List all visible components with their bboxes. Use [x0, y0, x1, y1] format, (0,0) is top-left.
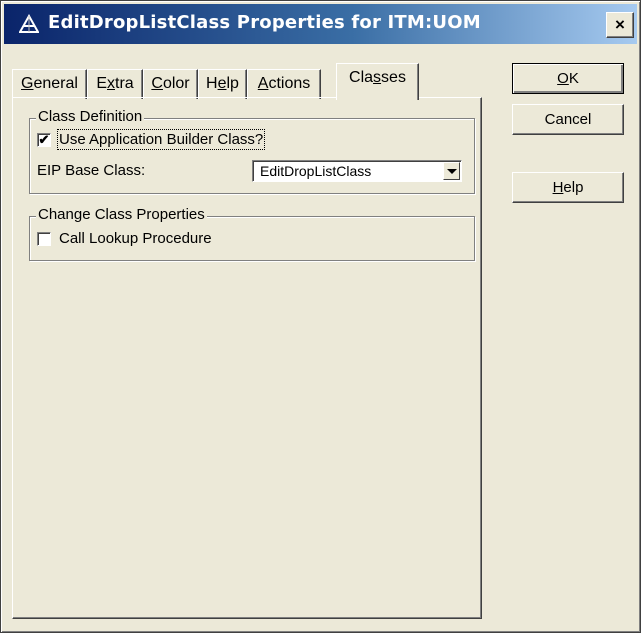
properties-dialog: EditDropListClass Properties for ITM:UOM…	[0, 0, 641, 633]
app-triangle-icon	[19, 14, 39, 33]
dropdown-button[interactable]	[443, 162, 460, 180]
eip-base-class-label: EIP Base Class:	[37, 162, 146, 179]
close-icon: ×	[615, 15, 625, 34]
use-app-builder-row[interactable]: ✔ Use Application Builder Class?	[37, 129, 266, 150]
tab-general[interactable]: General	[12, 69, 87, 99]
change-class-properties-legend: Change Class Properties	[36, 206, 207, 223]
close-button[interactable]: ×	[606, 12, 634, 38]
eip-base-class-select[interactable]: EditDropListClass	[252, 160, 462, 182]
window-title: EditDropListClass Properties for ITM:UOM	[48, 12, 481, 33]
tab-extra[interactable]: Extra	[87, 69, 143, 99]
use-app-builder-checkbox[interactable]: ✔	[37, 131, 51, 147]
ok-button[interactable]: OK	[512, 63, 624, 94]
tab-classes[interactable]: Classes	[336, 63, 419, 100]
call-lookup-row[interactable]: Call Lookup Procedure	[37, 230, 212, 247]
title-bar[interactable]: EditDropListClass Properties for ITM:UOM…	[4, 4, 637, 44]
tab-panel-classes: Class Definition ✔ Use Application Build…	[12, 97, 482, 619]
tab-help[interactable]: Help	[198, 69, 247, 99]
change-class-properties-group: Change Class Properties Call Lookup Proc…	[29, 206, 475, 261]
chevron-down-icon	[446, 168, 457, 174]
call-lookup-checkbox[interactable]	[37, 231, 51, 246]
tab-color[interactable]: Color	[143, 69, 198, 99]
call-lookup-label: Call Lookup Procedure	[59, 230, 212, 247]
checkmark-icon: ✔	[38, 131, 50, 147]
eip-base-class-value: EditDropListClass	[260, 163, 372, 179]
help-button[interactable]: Help	[512, 172, 624, 203]
class-definition-legend: Class Definition	[36, 108, 145, 125]
tab-actions[interactable]: Actions	[247, 69, 321, 99]
class-definition-group: Class Definition ✔ Use Application Build…	[29, 108, 475, 194]
use-app-builder-label: Use Application Builder Class?	[56, 129, 266, 150]
cancel-button[interactable]: Cancel	[512, 104, 624, 135]
